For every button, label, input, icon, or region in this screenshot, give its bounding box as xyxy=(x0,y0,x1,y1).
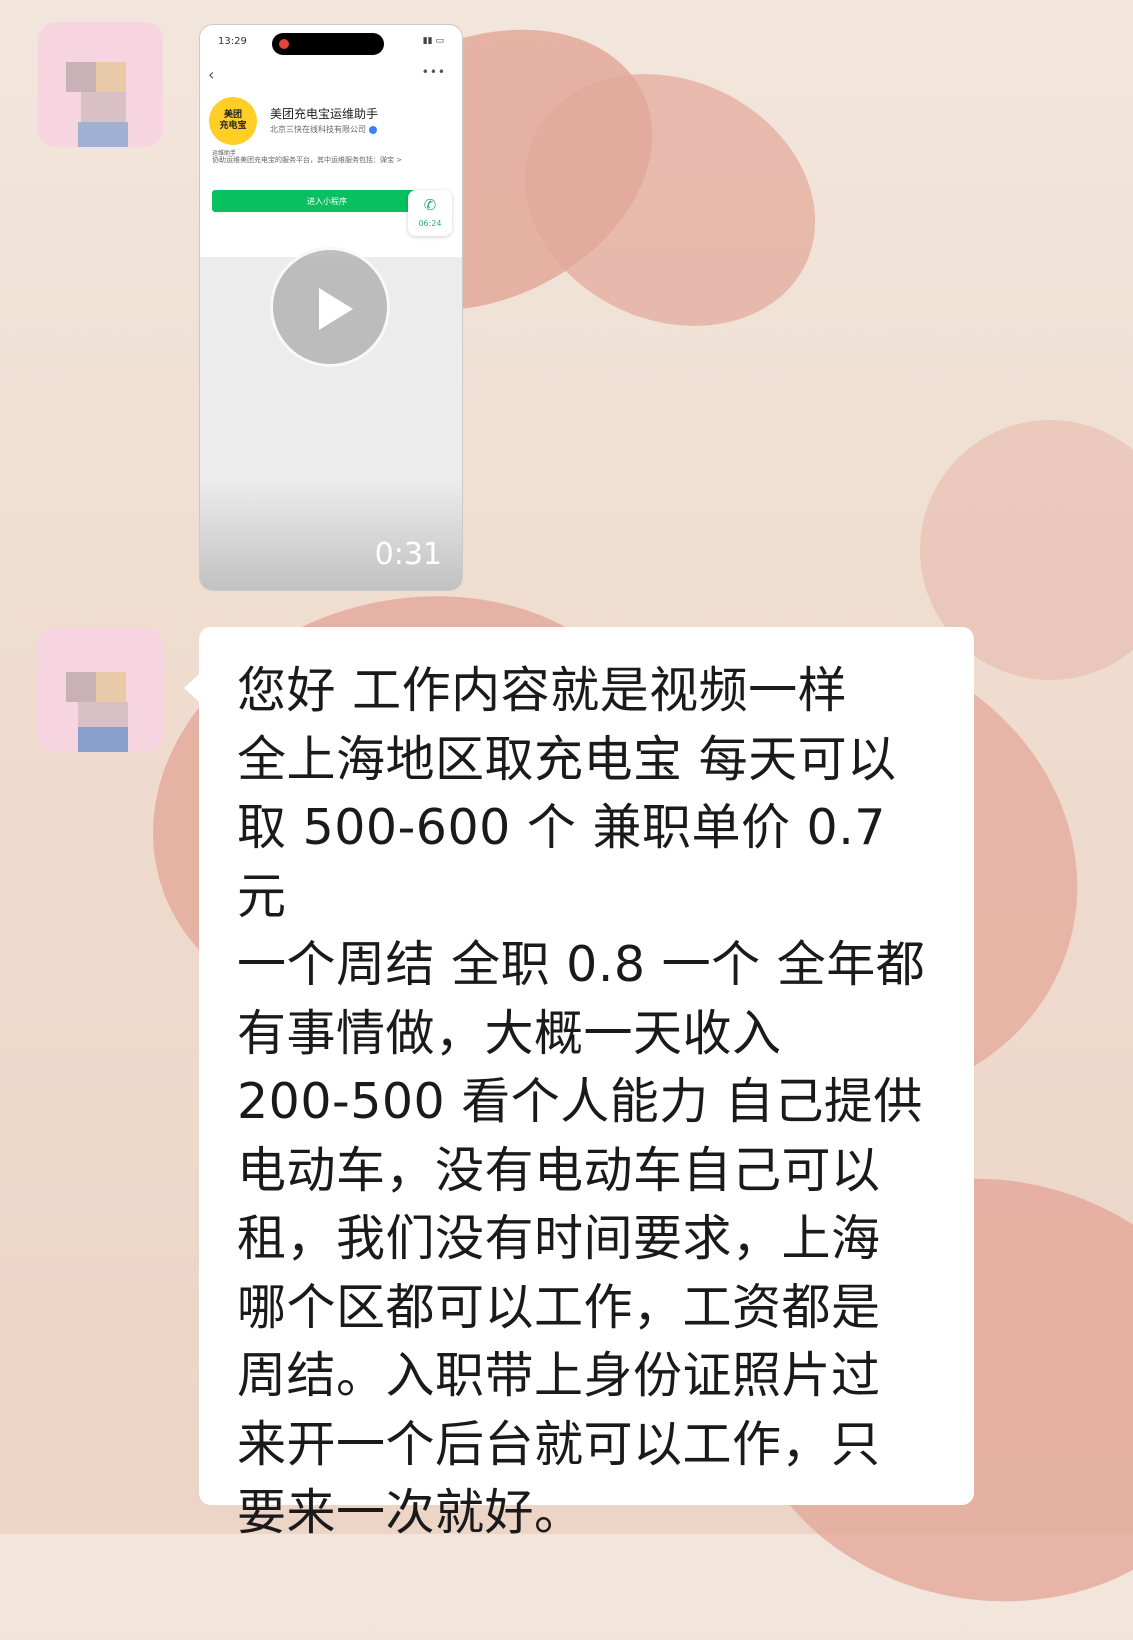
phone-icon: ✆ xyxy=(423,196,437,214)
mini-program-desc: 协助运维美团充电宝的服务平台，其中运维服务包括：弹宝 > xyxy=(212,156,403,164)
mini-program-name: 美团充电宝运维助手 xyxy=(270,107,379,121)
status-time: 13:29 xyxy=(218,36,247,47)
play-icon xyxy=(319,288,353,330)
back-chevron-icon: ‹ xyxy=(208,65,215,84)
more-dots-icon: ••• xyxy=(421,65,446,79)
message-text: 您好 工作内容就是视频一样 全上海地区取充电宝 每天可以 取 500-600 个… xyxy=(237,662,926,1541)
video-bottom-gradient xyxy=(200,480,462,590)
battery-icon: ▮▮ ▭ xyxy=(422,36,444,46)
logo-text: 美团 xyxy=(223,110,242,120)
text-message-bubble[interactable]: 您好 工作内容就是视频一样 全上海地区取充电宝 每天可以 取 500-600 个… xyxy=(184,627,974,1541)
logo-text: 充电宝 xyxy=(219,121,247,131)
dynamic-island xyxy=(272,33,384,55)
video-duration: 0:31 xyxy=(374,537,442,572)
call-timer: 06:24 xyxy=(418,219,442,228)
record-dot-icon xyxy=(279,39,289,49)
video-thumbnail-screen: 13:29 ▮▮ ▭ ‹ ••• 美团 充电宝 运维助手 美团充电宝运维助手 北… xyxy=(200,25,462,257)
call-floating-window: ✆ 06:24 xyxy=(408,190,452,236)
mini-program-logo: 美团 充电宝 xyxy=(209,97,257,145)
verified-icon xyxy=(369,125,377,134)
company-text: 北京三快在线科技有限公司 xyxy=(270,125,366,134)
play-button[interactable] xyxy=(270,247,390,367)
video-message[interactable]: 13:29 ▮▮ ▭ ‹ ••• 美团 充电宝 运维助手 美团充电宝运维助手 北… xyxy=(199,24,463,591)
mini-program-company: 北京三快在线科技有限公司 xyxy=(270,124,377,135)
sender-avatar[interactable] xyxy=(38,22,163,147)
sender-avatar[interactable] xyxy=(38,627,163,752)
